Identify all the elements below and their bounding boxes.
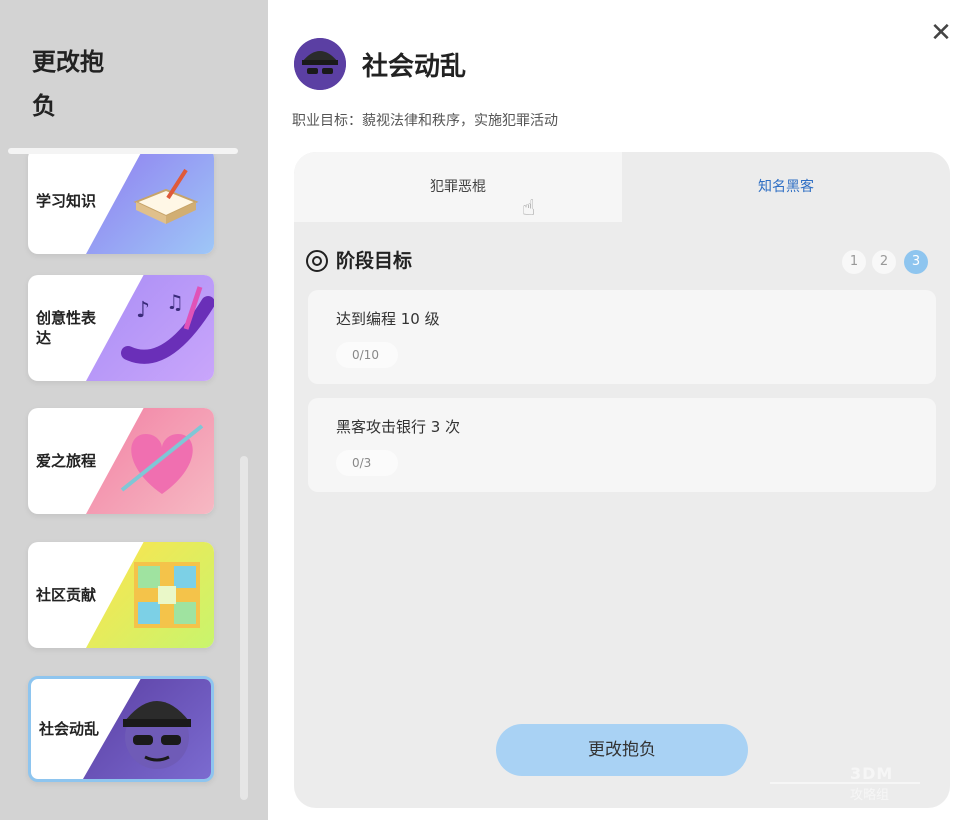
aspiration-card-mischief[interactable]: 社会动乱 bbox=[28, 676, 214, 782]
sidebar-title: 更改抱负 bbox=[32, 48, 104, 120]
goal-name: 黑客攻击银行 3 次 bbox=[336, 418, 461, 436]
thief-icon bbox=[294, 38, 346, 90]
change-aspiration-button[interactable]: 更改抱负 bbox=[496, 724, 748, 776]
quilt-icon bbox=[134, 562, 200, 628]
sidebar-scrollbar[interactable] bbox=[240, 456, 248, 800]
card-label: 学习知识 bbox=[36, 192, 97, 210]
heart-arrow-icon bbox=[120, 424, 204, 494]
stage-title: 阶段目标 bbox=[336, 250, 413, 272]
goal-content: 犯罪恶棍 知名黑客 ☝ 阶段目标 1 2 3 达到编程 10 级 0/10 黑客… bbox=[294, 152, 950, 808]
page-title: 社会动乱 bbox=[362, 52, 467, 82]
card-label: 创意性表达 bbox=[36, 309, 97, 347]
tab-hacker[interactable]: 知名黑客 bbox=[622, 152, 950, 222]
stage-step-1[interactable]: 1 bbox=[842, 250, 866, 274]
aspiration-card-love[interactable]: 爱之旅程 bbox=[28, 408, 214, 514]
aspiration-avatar bbox=[294, 38, 346, 90]
card-art bbox=[83, 679, 211, 779]
card-label: 爱之旅程 bbox=[36, 452, 97, 470]
svg-text:♫: ♫ bbox=[166, 290, 184, 314]
tab-criminal[interactable]: 犯罪恶棍 bbox=[294, 152, 622, 222]
goal-progress: 0/3 bbox=[336, 450, 398, 476]
card-art bbox=[86, 154, 214, 254]
aspiration-list[interactable]: 学习知识 ♪ ♫ 创意性表达 爱之旅程 社区贡献 社会动乱 bbox=[0, 154, 268, 820]
target-icon bbox=[306, 250, 328, 272]
goal-item: 黑客攻击银行 3 次 0/3 bbox=[308, 398, 936, 492]
watermark-logo: 3DM 攻略组 bbox=[770, 760, 940, 804]
watermark-subtext: 攻略组 bbox=[850, 788, 890, 803]
stage-step-3[interactable]: 3 bbox=[904, 250, 928, 274]
track-tabs: 犯罪恶棍 知名黑客 ☝ bbox=[294, 152, 950, 222]
career-goal-text: 职业目标：藐视法律和秩序，实施犯罪活动 bbox=[292, 113, 558, 129]
aspiration-card-knowledge[interactable]: 学习知识 bbox=[28, 154, 214, 254]
aspiration-detail-panel: ✕ 社会动乱 职业目标：藐视法律和秩序，实施犯罪活动 犯罪恶棍 知名黑客 ☝ 阶… bbox=[268, 0, 958, 820]
card-art bbox=[86, 408, 214, 514]
aspiration-card-creative[interactable]: ♪ ♫ 创意性表达 bbox=[28, 275, 214, 381]
goal-name: 达到编程 10 级 bbox=[336, 310, 440, 328]
card-art bbox=[86, 542, 214, 648]
svg-text:♪: ♪ bbox=[136, 298, 150, 323]
close-icon[interactable]: ✕ bbox=[926, 18, 956, 48]
book-icon bbox=[133, 168, 199, 224]
stage-step-2[interactable]: 2 bbox=[872, 250, 896, 274]
goal-item: 达到编程 10 级 0/10 bbox=[308, 290, 936, 384]
stage-header: 阶段目标 1 2 3 bbox=[306, 248, 936, 276]
watermark-line bbox=[770, 782, 920, 784]
goal-progress: 0/10 bbox=[336, 342, 398, 368]
card-label: 社会动乱 bbox=[39, 720, 100, 738]
music-brush-icon: ♪ ♫ bbox=[121, 286, 214, 364]
aspiration-sidebar: 更改抱负 学习知识 ♪ ♫ 创意性表达 爱之旅程 社区贡献 社会动乱 bbox=[0, 0, 268, 820]
pointer-hand-icon: ☝ bbox=[522, 196, 536, 221]
thief-icon bbox=[123, 701, 191, 769]
card-label: 社区贡献 bbox=[36, 586, 97, 604]
aspiration-card-community[interactable]: 社区贡献 bbox=[28, 542, 214, 648]
watermark-text: 3DM bbox=[850, 764, 894, 783]
